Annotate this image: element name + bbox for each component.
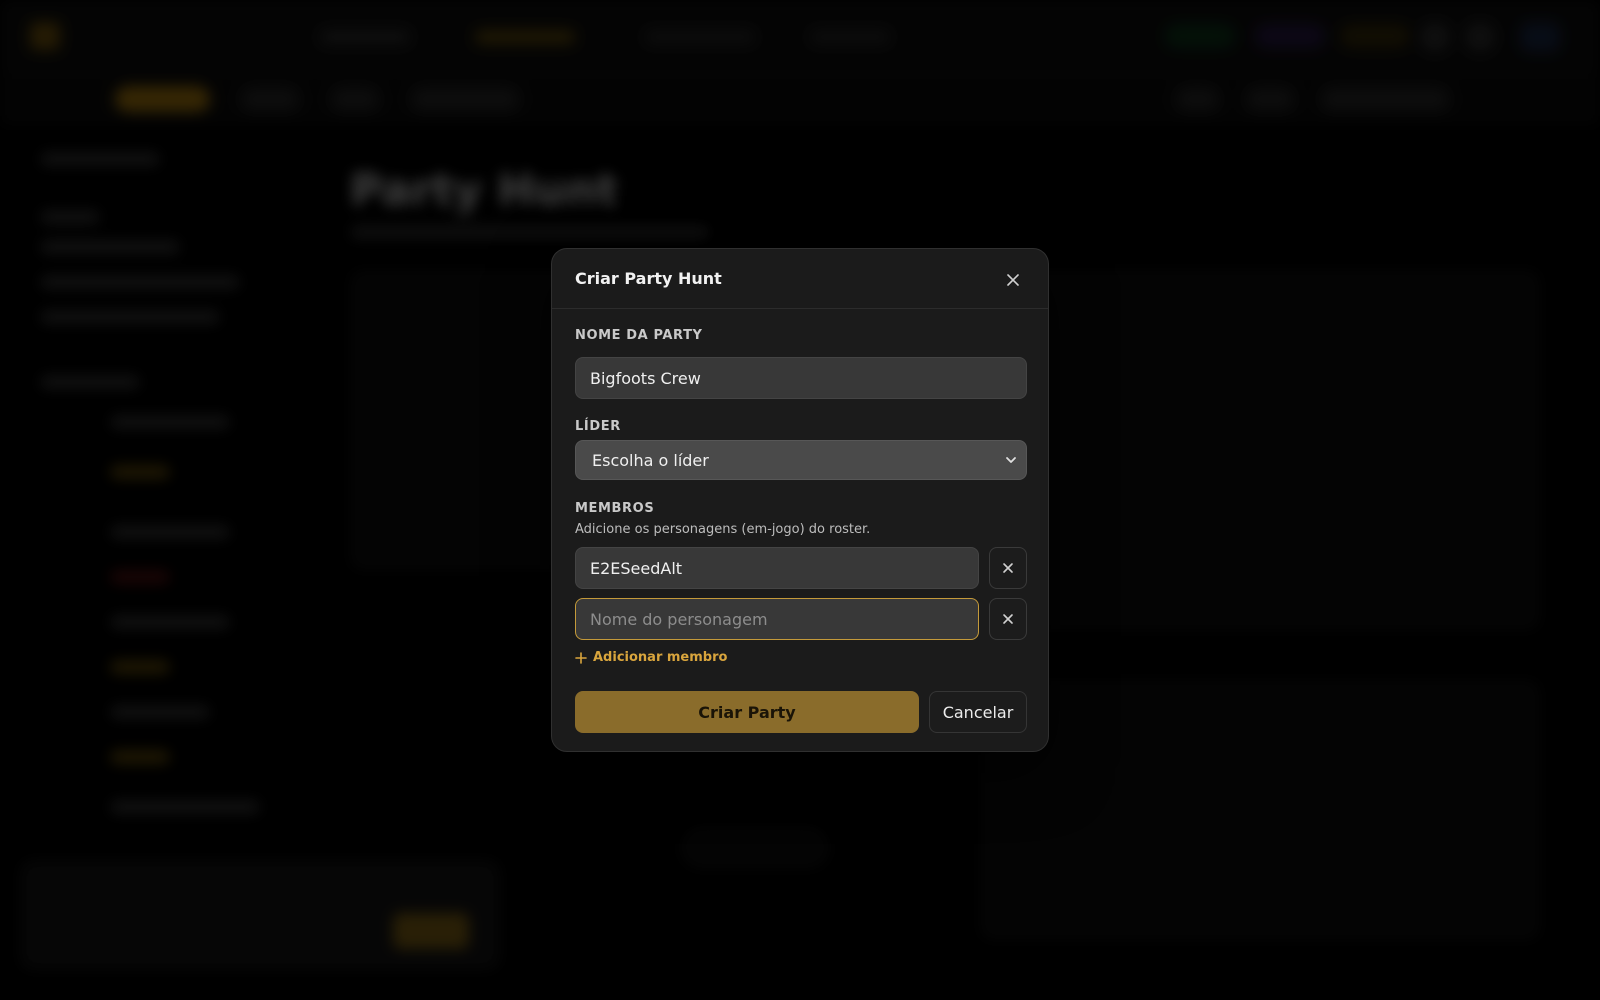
leader-label: LÍDER <box>575 419 621 434</box>
close-icon <box>1003 563 1013 573</box>
remove-member-button-2[interactable] <box>989 598 1027 640</box>
members-hint: Adicione os personagens (em-jogo) do ros… <box>575 522 871 537</box>
close-icon <box>1007 274 1019 286</box>
party-name-value: Bigfoots Crew <box>590 368 701 388</box>
add-member-link[interactable]: Adicionar membro <box>575 650 727 665</box>
party-name-input[interactable]: Bigfoots Crew <box>575 357 1027 399</box>
members-label: MEMBROS <box>575 501 655 516</box>
leader-selected-value: Escolha o líder <box>592 450 709 470</box>
dialog-header: Criar Party Hunt <box>552 249 1048 309</box>
dialog-title: Criar Party Hunt <box>575 269 722 288</box>
chevron-down-icon <box>1006 457 1016 463</box>
member-value-1: E2ESeedAlt <box>590 558 683 578</box>
close-button[interactable] <box>1000 267 1026 293</box>
member-input-2[interactable]: Nome do personagem <box>575 598 979 640</box>
add-member-label: Adicionar membro <box>593 650 728 665</box>
create-party-dialog: Criar Party Hunt NOME DA PARTY Bigfoots … <box>551 248 1049 752</box>
party-name-label: NOME DA PARTY <box>575 328 703 343</box>
member-placeholder-2: Nome do personagem <box>590 609 768 629</box>
remove-member-button-1[interactable] <box>989 547 1027 589</box>
leader-select[interactable]: Escolha o líder <box>575 440 1027 480</box>
plus-icon <box>575 651 587 664</box>
close-icon <box>1003 614 1013 624</box>
create-party-button[interactable]: Criar Party <box>575 691 919 733</box>
member-input-1[interactable]: E2ESeedAlt <box>575 547 979 589</box>
cancel-button[interactable]: Cancelar <box>929 691 1027 733</box>
